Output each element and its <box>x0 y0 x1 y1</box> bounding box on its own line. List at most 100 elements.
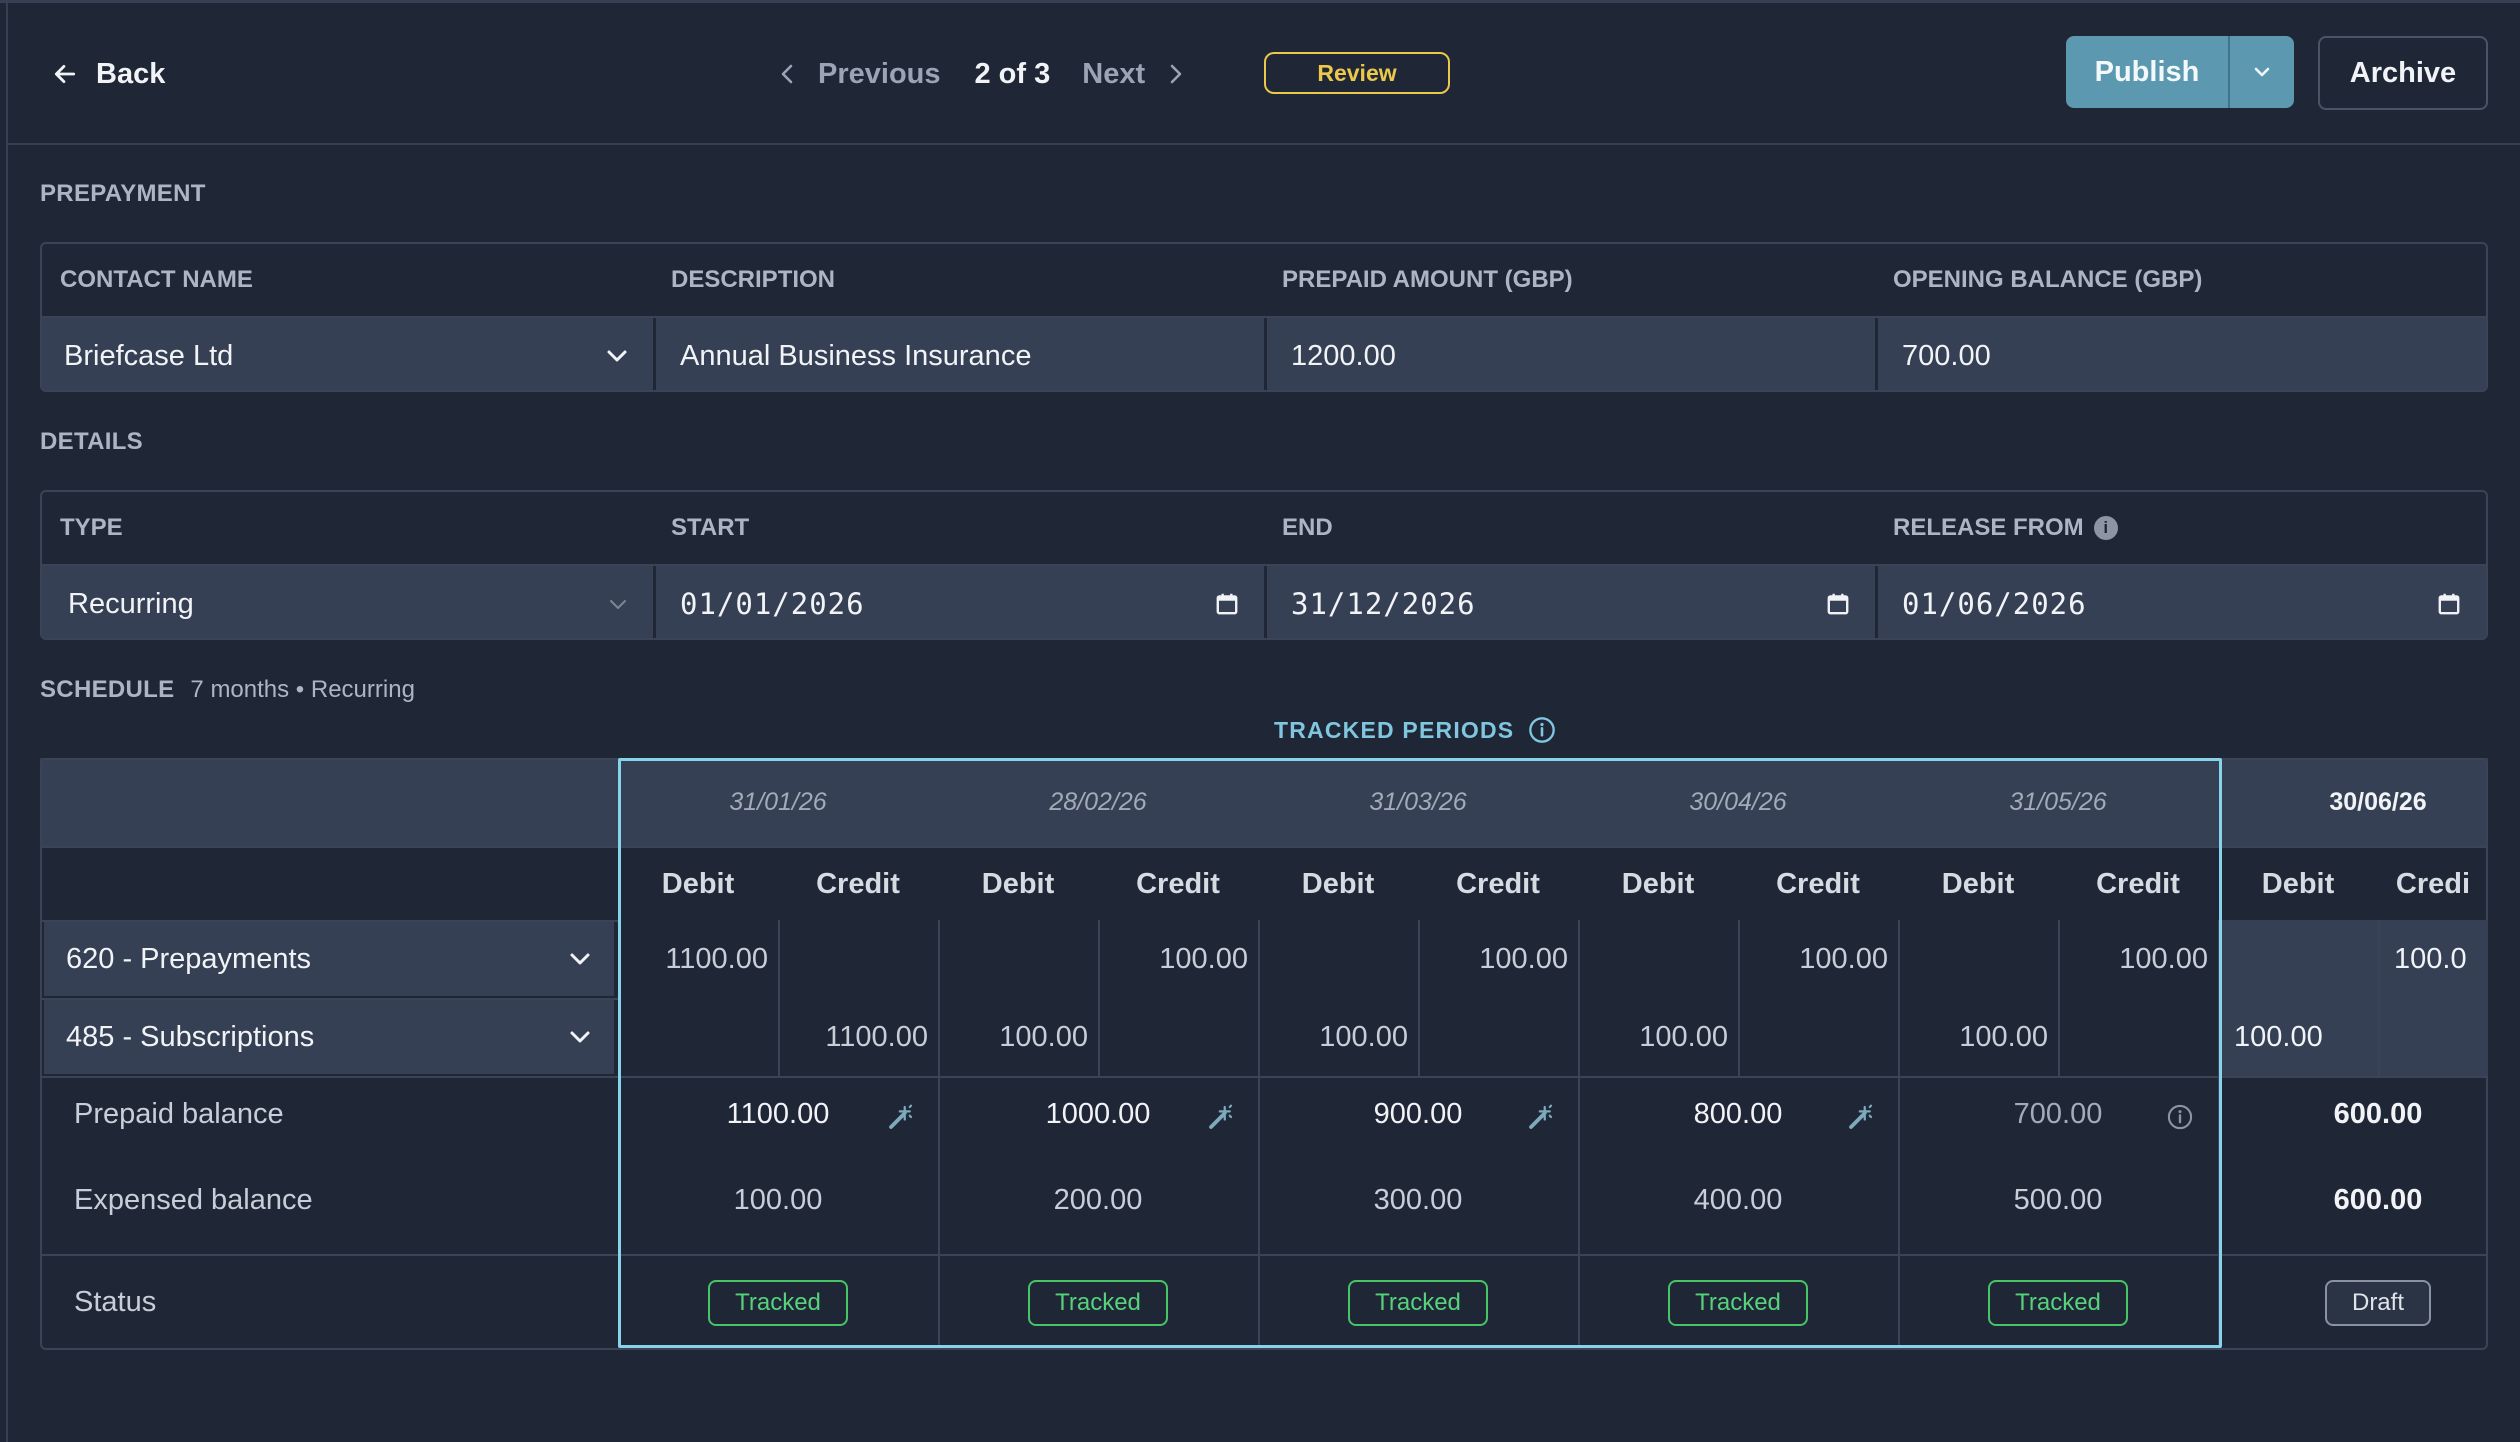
credit-cell[interactable] <box>2058 998 2218 1076</box>
period-status-badge: Tracked <box>1988 1280 2128 1326</box>
column-divider <box>618 758 620 1350</box>
prepaid-amount-input[interactable]: 1200.00 <box>1264 318 1875 390</box>
arrow-left-icon <box>54 65 76 83</box>
debit-cell[interactable] <box>938 920 1098 998</box>
debit-cell[interactable] <box>1898 920 2058 998</box>
credit-column-header: Credit <box>1456 867 1540 900</box>
schedule-meta: 7 months • Recurring <box>190 676 415 703</box>
info-circle-icon[interactable] <box>1528 716 1556 744</box>
contact-name-label: CONTACT NAME <box>60 266 253 293</box>
credit-column-header: Credit <box>816 867 900 900</box>
info-icon[interactable]: i <box>2093 516 2118 540</box>
publish-options-button[interactable] <box>2230 65 2294 79</box>
debit-column-header: Debit <box>1941 867 2015 900</box>
expensed-balance-value: 400.00 <box>1693 1184 1783 1216</box>
status-label: Status <box>74 1286 157 1318</box>
debit-column-header: Debit <box>1301 867 1375 900</box>
previous-button[interactable]: Previous <box>778 58 941 91</box>
archive-button[interactable]: Archive <box>2318 36 2488 110</box>
account-select[interactable]: 485 - Subscriptions <box>44 1000 614 1074</box>
top-border <box>0 0 2520 3</box>
debit-cell[interactable]: 100.00 <box>1258 998 1418 1076</box>
tracked-periods-label: TRACKED PERIODS <box>1274 716 1515 743</box>
credit-column-header: Credi <box>2395 867 2471 900</box>
calendar-icon[interactable] <box>1214 591 1240 617</box>
credit-cell[interactable] <box>1418 998 1578 1076</box>
chevron-down-icon <box>570 1031 590 1043</box>
debit-cell[interactable] <box>618 998 778 1076</box>
debit-column-header: Debit <box>2261 867 2335 900</box>
next-button[interactable]: Next <box>1082 58 1185 91</box>
period-date-header: 30/04/26 <box>1689 787 1787 816</box>
debit-cell[interactable]: 100.00 <box>2218 998 2378 1076</box>
credit-cell[interactable]: 100.00 <box>1738 920 1898 998</box>
debit-column-header: Debit <box>661 867 735 900</box>
debit-column-header: Debit <box>1621 867 1695 900</box>
publish-button[interactable]: Publish <box>2066 56 2228 89</box>
prepaid-balance-value: 800.00 <box>1693 1098 1783 1130</box>
expensed-balance-value: 600.00 <box>2333 1184 2423 1216</box>
row-divider <box>40 846 2488 848</box>
credit-cell[interactable] <box>778 920 938 998</box>
opening-balance-value: 700.00 <box>1902 339 1991 372</box>
chevron-down-icon <box>570 953 590 965</box>
schedule-section-title: SCHEDULE 7 months • Recurring <box>40 676 415 704</box>
header-divider <box>8 143 2520 145</box>
back-button[interactable]: Back <box>52 50 165 98</box>
start-date-input[interactable]: 01/01/2026 <box>653 566 1264 638</box>
next-label: Next <box>1082 57 1146 90</box>
credit-cell[interactable]: 100.0 <box>2378 920 2488 998</box>
debit-cell[interactable]: 1100.00 <box>618 920 778 998</box>
contact-name-select[interactable]: Briefcase Ltd <box>42 318 653 390</box>
credit-cell[interactable] <box>1098 998 1258 1076</box>
credit-cell[interactable]: 100.00 <box>1098 920 1258 998</box>
app-frame: Back Previous 2 of 3 Next Review Publish… <box>0 0 2520 1442</box>
prepaid-balance-value: 900.00 <box>1373 1098 1463 1130</box>
period-status-badge: Tracked <box>1348 1280 1488 1326</box>
credit-cell[interactable] <box>2378 998 2488 1076</box>
chevron-down-icon <box>610 600 626 609</box>
prepaid-balance-value: 1100.00 <box>726 1098 830 1130</box>
prepayment-section-title: PREPAYMENT <box>40 180 206 207</box>
description-input[interactable]: Annual Business Insurance <box>653 318 1264 390</box>
calendar-icon[interactable] <box>1825 591 1851 617</box>
prepaid-balance-value: 700.00 <box>2013 1098 2103 1130</box>
prepaid-amount-label: PREPAID AMOUNT (GBP) <box>1282 266 1573 293</box>
end-date-input[interactable]: 31/12/2026 <box>1264 566 1875 638</box>
details-section-title: DETAILS <box>40 428 143 455</box>
info-circle-icon[interactable] <box>2166 1103 2194 1131</box>
expensed-balance-value: 300.00 <box>1373 1184 1463 1216</box>
credit-cell[interactable] <box>1738 998 1898 1076</box>
magic-wand-icon[interactable] <box>886 1102 916 1132</box>
period-date-header: 31/01/26 <box>729 787 827 816</box>
type-value: Recurring <box>68 587 194 620</box>
debit-cell[interactable] <box>2218 920 2378 998</box>
period-status-badge: Tracked <box>1668 1280 1808 1326</box>
credit-cell[interactable]: 100.00 <box>2058 920 2218 998</box>
type-select[interactable]: Recurring <box>42 566 653 638</box>
magic-wand-icon[interactable] <box>1526 1102 1556 1132</box>
prepaid-amount-value: 1200.00 <box>1291 339 1396 372</box>
row-divider <box>40 1254 2488 1256</box>
opening-balance-input[interactable]: 700.00 <box>1875 318 2486 390</box>
debit-cell[interactable] <box>1578 920 1738 998</box>
release-from-input[interactable]: 01/06/2026 <box>1875 566 2486 638</box>
debit-cell[interactable] <box>1258 920 1418 998</box>
column-divider <box>938 1076 940 1350</box>
credit-cell[interactable]: 1100.00 <box>778 998 938 1076</box>
period-date-header: 31/03/26 <box>1369 787 1467 816</box>
period-date-header: 28/02/26 <box>1049 787 1147 816</box>
credit-column-header: Credit <box>2096 867 2180 900</box>
start-label: START <box>671 514 750 541</box>
prepaid-balance-value: 600.00 <box>2333 1098 2423 1130</box>
debit-cell[interactable]: 100.00 <box>938 998 1098 1076</box>
chevron-right-icon <box>1170 64 1182 84</box>
account-select[interactable]: 620 - Prepayments <box>44 922 614 996</box>
debit-cell[interactable]: 100.00 <box>1578 998 1738 1076</box>
magic-wand-icon[interactable] <box>1206 1102 1236 1132</box>
debit-cell[interactable]: 100.00 <box>1898 998 2058 1076</box>
calendar-icon[interactable] <box>2436 591 2462 617</box>
credit-cell[interactable]: 100.00 <box>1418 920 1578 998</box>
details-grid: TYPE START END RELEASE FROM i Recurring … <box>40 490 2488 640</box>
magic-wand-icon[interactable] <box>1846 1102 1876 1132</box>
